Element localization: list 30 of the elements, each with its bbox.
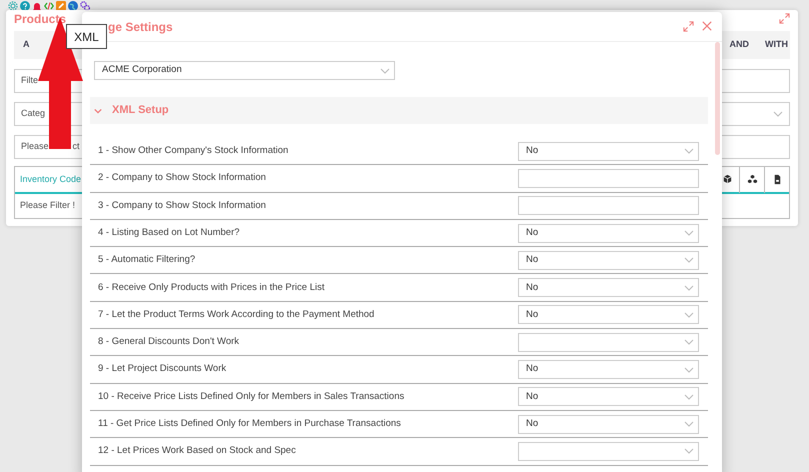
setting-label: 11 - Get Price Lists Defined Only for Members in Purchase Transactions (98, 416, 402, 431)
select-field[interactable]: No (518, 142, 699, 161)
select-field[interactable]: No (518, 414, 699, 434)
select-field[interactable]: No (518, 360, 699, 380)
company-select[interactable]: ACME Corporation (94, 61, 395, 80)
select-field[interactable]: No (518, 250, 699, 270)
tab[interactable]: WITH (765, 38, 788, 52)
setting-label: 6 - Receive Only Products with Prices in the Price List (98, 280, 326, 294)
setting-label: 8 - General Discounts Don't Work (98, 335, 240, 350)
setting-label: 1 - Show Other Company's Stock Information (98, 144, 290, 158)
select-field[interactable]: No (518, 387, 699, 406)
setting-label: 7 - Let the Product Terms Work According to the Payment Method (98, 308, 376, 322)
setting-label: 2 - Company to Show Stock Information (98, 171, 267, 186)
tab[interactable]: A (23, 38, 30, 52)
select-field[interactable]: No (518, 278, 699, 298)
select-field[interactable]: No (518, 224, 699, 243)
setting-label: 10 - Receive Price Lists Defined Only for Members in Sales Transactions (98, 390, 406, 404)
grid-message: Please Filter ! (19, 199, 76, 212)
setting-label: 12 - Let Prices Work Based on Stock and Spec (98, 444, 297, 458)
setting-label: 9 - Let Project Discounts Work (98, 362, 228, 376)
tooltip: XML (66, 24, 107, 49)
panel-title: Products (14, 11, 66, 25)
section-title: XML Setup (112, 103, 169, 118)
setting-label: 5 - Automatic Filtering? (98, 253, 196, 268)
select-field[interactable]: No (518, 305, 699, 324)
column-header: Inventory Code (19, 172, 82, 186)
setting-label: 4 - Listing Based on Lot Number? (98, 226, 241, 240)
dialog-title: ge Settings (108, 18, 174, 36)
tab[interactable]: AND (730, 38, 749, 52)
setting-label: 3 - Company to Show Stock Information (98, 198, 267, 213)
